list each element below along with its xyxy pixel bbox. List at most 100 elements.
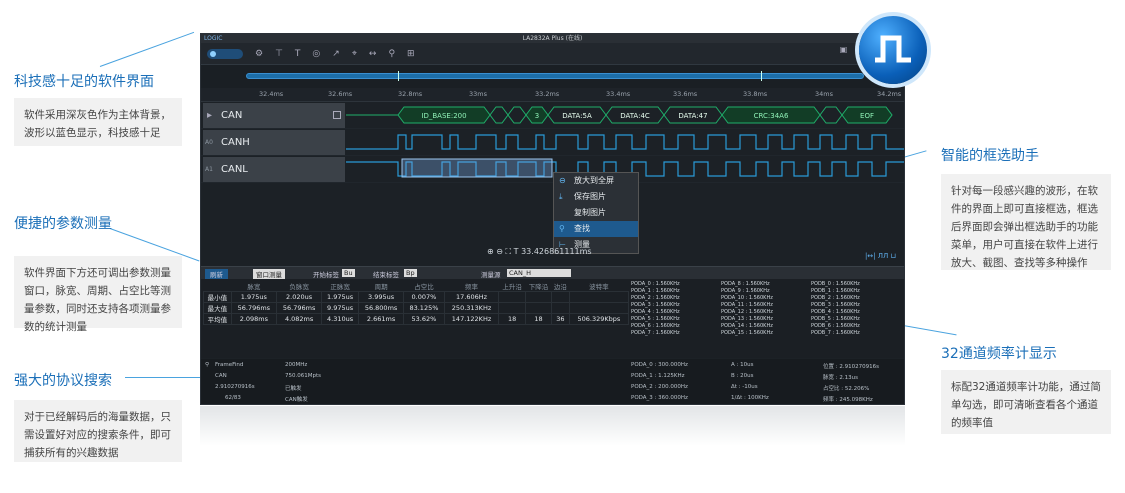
- freq-row: PODA_6 : 1.560KHz PODA_14 : 1.560KHz PODB_…: [631, 323, 860, 329]
- callout-body-select: 针对每一段感兴趣的波形，在软件的界面上即可直接框选，框选后界面即会弹出框选助手的…: [941, 174, 1111, 270]
- decode-field: EOF: [860, 112, 874, 120]
- frame-find[interactable]: FrameFind: [215, 362, 243, 368]
- toolbar: ⚙ ⊤ T ◎ ↗ ⌖ ↔ ⚲ ⊞: [201, 43, 904, 65]
- table-row: 最大值 56.796ms 56.796ms 9.975us 56.800ms 83.125…: [203, 302, 630, 314]
- channel-name: CANH: [221, 137, 250, 148]
- arrows-icon[interactable]: ↔: [369, 49, 377, 59]
- refresh-button[interactable]: 刷新: [205, 269, 228, 279]
- cursor-b: B : 20us: [731, 373, 754, 379]
- square-wave-icon: [875, 35, 911, 63]
- source-label: 测量源: [481, 271, 501, 279]
- overview-marker: [398, 71, 399, 81]
- poda-freq: PODA_0 : 300.000Hz: [631, 362, 688, 368]
- fit-icon[interactable]: ⛶: [506, 247, 512, 256]
- time-tick: 34.2ms: [877, 90, 902, 98]
- zoom-icon[interactable]: ⚲: [388, 49, 395, 59]
- cursor-icon[interactable]: T: [295, 49, 301, 59]
- measure-icon[interactable]: ↗: [332, 49, 340, 59]
- channel-row-canh: A0 CANH: [201, 129, 904, 156]
- run-toggle[interactable]: [207, 48, 243, 59]
- menu-item-copy-image[interactable]: 复制图片: [554, 205, 638, 221]
- float-toolbar: ⊕ ⊖ ⛶ T 33.426861111ms: [487, 247, 592, 257]
- pulse-icon[interactable]: ЛЛ ⊔: [878, 252, 896, 260]
- menu-item-save-image[interactable]: ⤓ 保存图片: [554, 189, 638, 205]
- protocol-search-panel: ⚲ FrameFind CAN 2.910270916s 62/83 200MH…: [201, 359, 904, 404]
- time-ruler: 32.4ms 32.6ms 32.8ms 33ms 33.2ms 33.4ms …: [201, 88, 904, 102]
- title-bar: LOGIC LA2832A Plus (在线): [201, 34, 904, 43]
- sample-depth: 750.061Mpts: [285, 373, 322, 379]
- poda-freq: PODA_3 : 360.000Hz: [631, 395, 688, 401]
- zoom-full-icon: ⊖: [559, 176, 566, 185]
- time-tick: 34ms: [815, 90, 833, 98]
- callout-title-ui: 科技感十足的软件界面: [14, 74, 154, 90]
- search-icon[interactable]: ⚲: [205, 362, 209, 368]
- channel-label[interactable]: A1 CANL: [203, 157, 345, 182]
- window-measure-select[interactable]: 窗口测量: [253, 269, 285, 279]
- callout-title-select: 智能的框选助手: [941, 148, 1039, 164]
- freq-row: PODA_1 : 1.560KHz PODA_9 : 1.560KHz PODB_1…: [631, 288, 860, 294]
- channel-menu-icon[interactable]: [333, 111, 341, 119]
- measure-panel: 刷新 窗口测量 开始标签 Bu 结束标签 Bp 测量源 CAN_H 脉宽 负脉宽正…: [201, 266, 904, 359]
- freq-row: PODA_3 : 1.560KHz PODA_11 : 1.560KHz PODB_…: [631, 302, 860, 308]
- time-tick: 32.4ms: [259, 90, 284, 98]
- overview-marker: [761, 71, 762, 81]
- channel-name: CANL: [221, 164, 248, 175]
- time-tick: 33.6ms: [673, 90, 698, 98]
- search-page[interactable]: 62/83: [225, 395, 241, 401]
- menu-item-zoom-full[interactable]: ⊖ 放大到全屏: [554, 173, 638, 189]
- freq-row: PODA_5 : 1.560KHz PODA_13 : 1.560KHz PODB_…: [631, 316, 860, 322]
- zoom-in-icon[interactable]: ⊕: [487, 247, 494, 256]
- start-label-text: 开始标签: [313, 271, 339, 279]
- frequency-counter: PODA_0 : 1.560KHz PODA_8 : 1.560KHz PODB_0…: [631, 281, 901, 359]
- zoom-out-icon[interactable]: ⊖: [496, 247, 503, 256]
- time-tick: 33.4ms: [606, 90, 631, 98]
- poda-freq: PODA_1 : 1.125KHz: [631, 373, 685, 379]
- callout-title-search: 强大的协议搜索: [14, 373, 112, 389]
- channel-number: A0: [205, 139, 213, 146]
- settings-icon[interactable]: ⚙: [255, 49, 263, 59]
- decode-field: DATA:47: [678, 112, 707, 120]
- measure-header-row: 脉宽 负脉宽 正脉宽 周期 占空比 频率 上升沿 下降沿 边沿 波特率: [247, 283, 609, 291]
- channel-label[interactable]: A0 CANH: [203, 130, 345, 155]
- freq-row: PODA_7 : 1.560KHz PODA_15 : 1.560KHz PODB_…: [631, 330, 860, 336]
- ruler-icon[interactable]: ⊞: [407, 49, 415, 59]
- time-tick: 32.8ms: [398, 90, 423, 98]
- export-icon[interactable]: ▣: [840, 45, 848, 55]
- search-icon: ⚲: [559, 224, 565, 233]
- pulse-logo-badge: [859, 16, 927, 84]
- callout-title-freq: 32通道频率计显示: [941, 346, 1057, 362]
- cursor-t-icon[interactable]: T: [514, 247, 519, 256]
- measure-toolbar: 刷新 窗口测量 开始标签 Bu 结束标签 Bp 测量源 CAN_H: [201, 267, 904, 279]
- trigger-icon[interactable]: ⊤: [275, 49, 283, 59]
- overview-track[interactable]: [246, 73, 864, 79]
- callout-body-ui: 软件采用深灰色作为主体背景，波形以蓝色显示，科技感十足: [14, 98, 182, 146]
- freq-row: PODA_2 : 1.560KHz PODA_10 : 1.560KHz PODB_…: [631, 295, 860, 301]
- cursor-a: A : 10us: [731, 362, 754, 368]
- sample-rate: 200MHz: [285, 362, 308, 368]
- channel-row-can: ▸ CAN ID_BASE:200 3 DATA:5A DATA:4C DATA…: [201, 102, 904, 129]
- callout-body-search: 对于已经解码后的海量数据，只需设置好对应的搜索条件，即可捕获所有的兴趣数据: [14, 400, 182, 462]
- pulse-freq: 频率 : 245.098KHz: [823, 397, 873, 403]
- start-label-select[interactable]: Bu: [342, 269, 355, 277]
- time-tick: 33ms: [469, 90, 487, 98]
- trigger-type: CAN触发: [285, 397, 308, 403]
- channel-number: A1: [205, 166, 213, 173]
- selection-box[interactable]: [401, 158, 553, 178]
- time-tick: 33.8ms: [743, 90, 768, 98]
- menu-item-find[interactable]: ⚲ 查找: [554, 221, 638, 237]
- decode-track: ID_BASE:200 3 DATA:5A DATA:4C DATA:47 CR…: [346, 106, 893, 124]
- pulse-duty: 占空比 : 52.206%: [823, 386, 870, 392]
- cursor-select-icon[interactable]: ⌖: [352, 49, 357, 59]
- channel-label[interactable]: ▸ CAN: [203, 103, 345, 128]
- search-channel: CAN: [215, 373, 227, 379]
- overview-bar[interactable]: [201, 65, 904, 88]
- eye-icon[interactable]: ◎: [312, 49, 320, 59]
- pulse-position: 位置 : 2.910270916s: [823, 364, 879, 370]
- search-time: 2.910270916s: [215, 384, 255, 390]
- freq-row: PODA_0 : 1.560KHz PODA_8 : 1.560KHz PODB_0…: [631, 281, 860, 287]
- end-label-select[interactable]: Bp: [404, 269, 417, 277]
- end-label-text: 结束标签: [373, 271, 399, 279]
- source-select[interactable]: CAN_H: [507, 269, 571, 277]
- range-icon[interactable]: |↔|: [865, 252, 876, 260]
- window-toolbar: |↔| ЛЛ ⊔: [865, 252, 896, 260]
